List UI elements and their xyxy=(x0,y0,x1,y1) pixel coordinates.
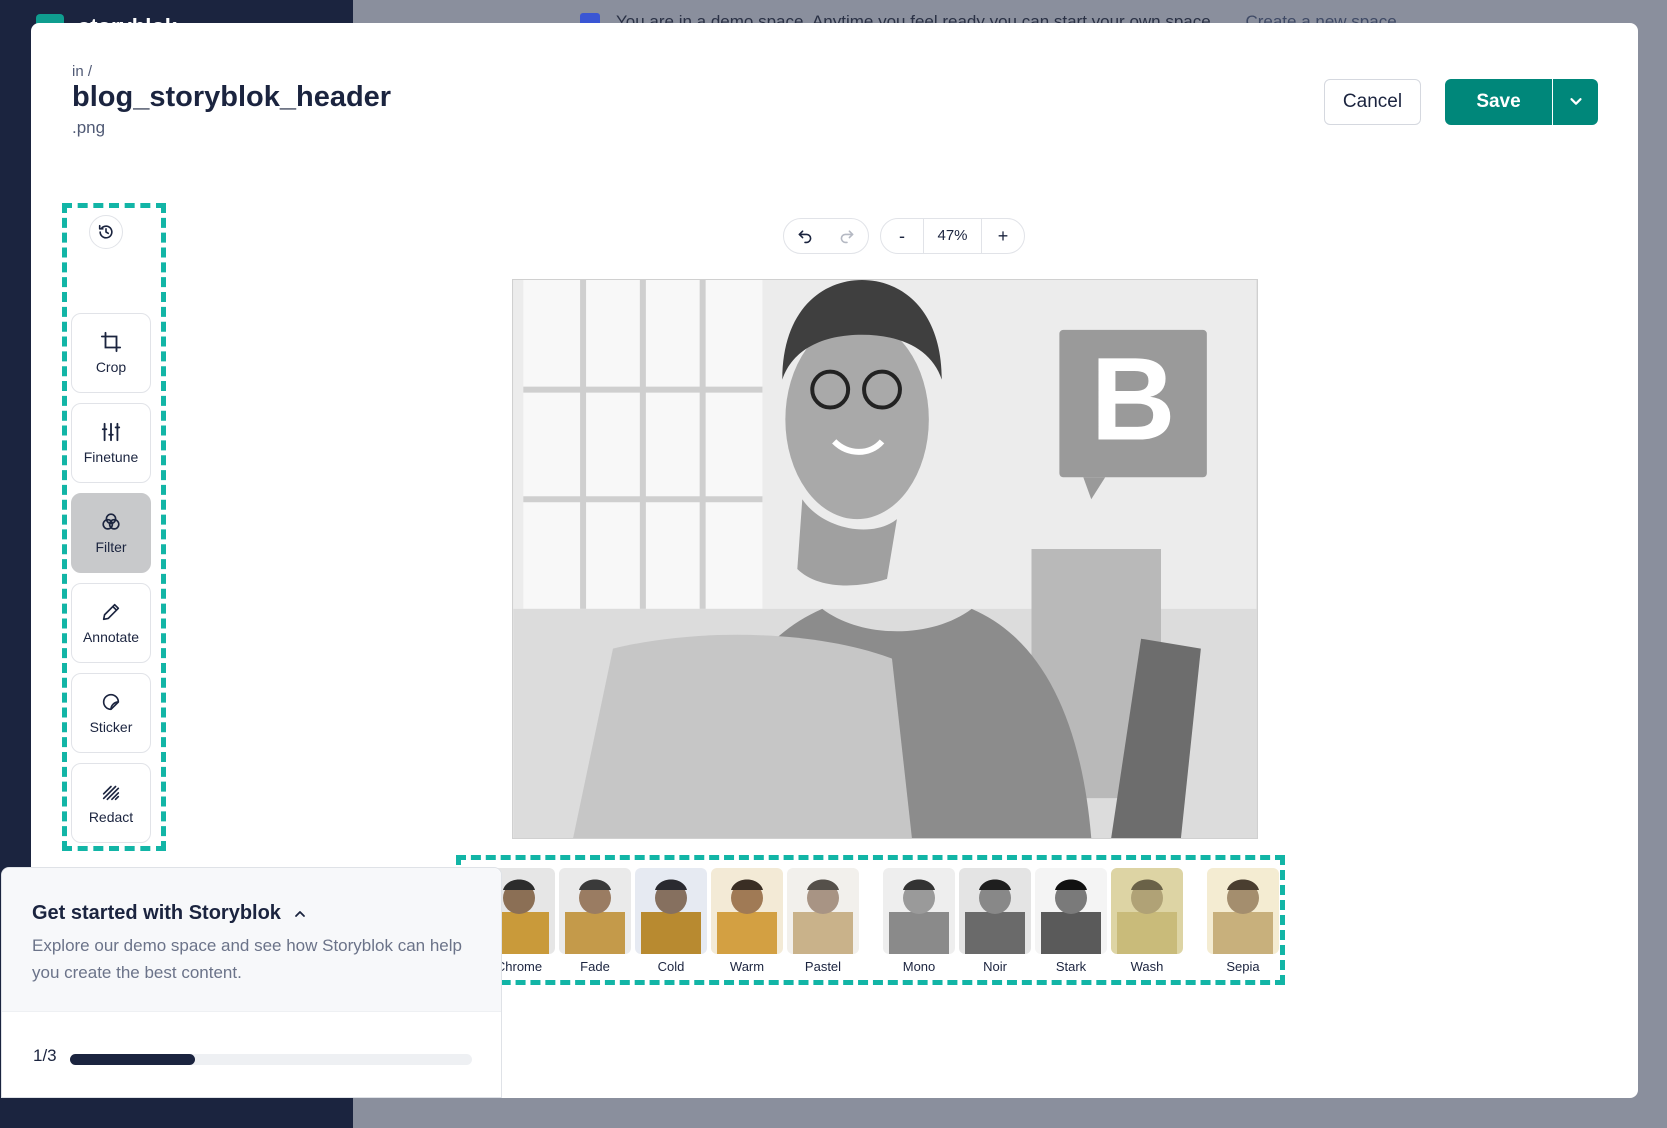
onboarding-panel: Get started with Storyblok Explore our d… xyxy=(1,867,502,1098)
onboarding-progress xyxy=(70,1054,472,1065)
sticker-icon xyxy=(102,693,120,711)
onboarding-progress-fill xyxy=(70,1054,195,1065)
crop-icon xyxy=(100,331,122,353)
svg-text:B: B xyxy=(1091,333,1176,464)
filter-stark[interactable]: Stark xyxy=(1035,868,1107,974)
filter-label: Cold xyxy=(657,959,685,974)
tool-finetune[interactable]: Finetune xyxy=(71,403,151,483)
onboarding-title: Get started with Storyblok xyxy=(32,902,281,924)
file-title: blog_storyblok_header xyxy=(72,81,392,113)
undo-icon xyxy=(798,230,812,244)
filter-label: Noir xyxy=(983,959,1007,974)
image-preview: B xyxy=(512,279,1258,839)
chevron-down-icon xyxy=(1569,97,1582,105)
filter-wash[interactable]: Wash xyxy=(1111,868,1183,974)
onboarding-description: Explore our demo space and see how Story… xyxy=(32,936,462,982)
tool-filter[interactable]: Filter xyxy=(71,493,151,573)
onboarding-toggle[interactable]: Get started with Storyblok xyxy=(32,902,307,925)
tool-label: Filter xyxy=(95,539,127,555)
divider xyxy=(2,1011,501,1012)
filter-thumbnail xyxy=(883,868,955,954)
filter-noir[interactable]: Noir xyxy=(959,868,1031,974)
filter-thumbnail xyxy=(711,868,783,954)
filter-thumbnail xyxy=(787,868,859,954)
undo-button[interactable] xyxy=(784,219,826,253)
filter-label: Sepia xyxy=(1226,959,1260,974)
undo-redo-group xyxy=(783,218,869,254)
redo-icon xyxy=(840,230,854,244)
chevron-up-icon xyxy=(294,910,305,917)
filter-pastel[interactable]: Pastel xyxy=(787,868,859,974)
tool-label: Crop xyxy=(95,359,127,375)
filter-icon xyxy=(102,513,120,530)
pencil-icon xyxy=(102,603,120,621)
tool-redact[interactable]: Redact xyxy=(71,763,151,843)
sliders-icon xyxy=(101,422,121,442)
tool-crop[interactable]: Crop xyxy=(71,313,151,393)
filter-label: Mono xyxy=(902,959,936,974)
onboarding-step: 1/3 xyxy=(33,1046,57,1065)
filter-strip: Chrome Fade Cold Warm Pastel Mono Noir S… xyxy=(456,855,1285,985)
redo-button[interactable] xyxy=(826,219,868,253)
zoom-control: - 47% + xyxy=(880,218,1025,254)
filter-label: Warm xyxy=(729,959,765,974)
redact-icon xyxy=(102,785,120,801)
portrait-photo: B xyxy=(513,280,1257,838)
zoom-level: 47% xyxy=(923,219,982,253)
file-extension: .png xyxy=(72,118,106,137)
tool-label: Sticker xyxy=(89,719,133,735)
tool-label: Annotate xyxy=(82,629,140,645)
save-button[interactable]: Save xyxy=(1445,79,1552,125)
filter-warm[interactable]: Warm xyxy=(711,868,783,974)
cancel-button[interactable]: Cancel xyxy=(1324,79,1421,125)
filter-thumbnail xyxy=(559,868,631,954)
filter-thumbnail xyxy=(959,868,1031,954)
filter-label: Wash xyxy=(1130,959,1164,974)
filter-label: Pastel xyxy=(804,959,842,974)
filter-cold[interactable]: Cold xyxy=(635,868,707,974)
tool-sticker[interactable]: Sticker xyxy=(71,673,151,753)
filter-label: Chrome xyxy=(495,959,543,974)
history-button[interactable] xyxy=(89,215,123,249)
save-options-button[interactable] xyxy=(1553,79,1598,125)
tool-label: Finetune xyxy=(83,449,139,465)
filter-sepia[interactable]: Sepia xyxy=(1207,868,1279,974)
filter-mono[interactable]: Mono xyxy=(883,868,955,974)
filter-fade[interactable]: Fade xyxy=(559,868,631,974)
filter-thumbnail xyxy=(1111,868,1183,954)
tool-annotate[interactable]: Annotate xyxy=(71,583,151,663)
history-icon xyxy=(98,224,113,239)
filter-label: Fade xyxy=(580,959,610,974)
filter-thumbnail xyxy=(1207,868,1279,954)
filter-thumbnail xyxy=(635,868,707,954)
zoom-in-button[interactable]: + xyxy=(982,226,1024,247)
filter-thumbnail xyxy=(1035,868,1107,954)
tool-label: Redact xyxy=(88,809,134,825)
folder-path: in / xyxy=(72,63,93,80)
zoom-out-button[interactable]: - xyxy=(881,226,923,247)
filter-label: Stark xyxy=(1055,959,1087,974)
